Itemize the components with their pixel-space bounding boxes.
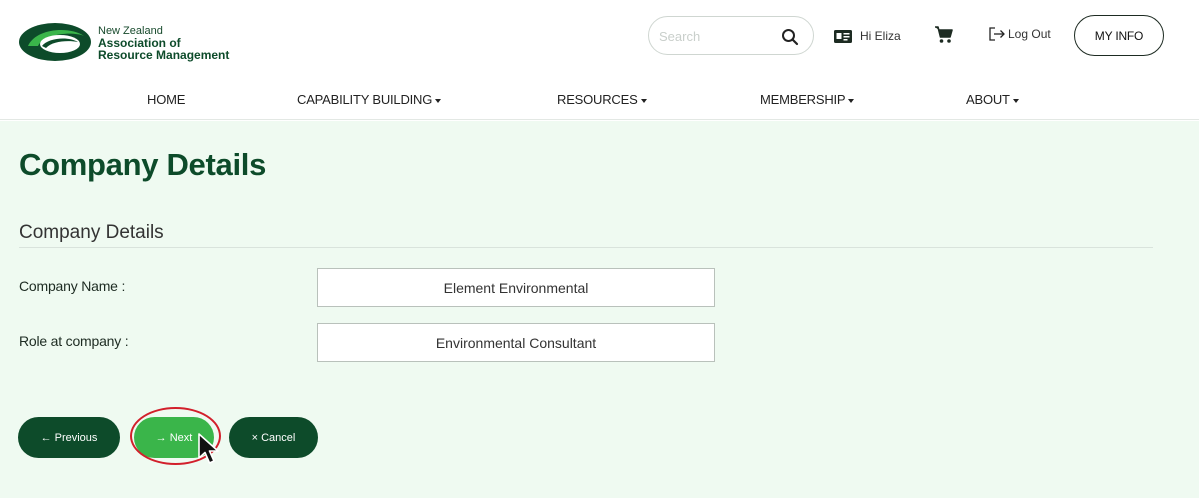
nav-item-resources[interactable]: RESOURCES <box>557 92 647 107</box>
role-label: Role at company : <box>19 333 129 349</box>
nav-item-label: ABOUT <box>966 92 1010 107</box>
nav-item-capability-building[interactable]: CAPABILITY BUILDING <box>297 92 442 107</box>
nav-item-label: RESOURCES <box>557 92 638 107</box>
main-content: Company Details Company Details Company … <box>0 121 1199 498</box>
nav-item-about[interactable]: ABOUT <box>966 92 1019 107</box>
role-field[interactable] <box>317 323 715 362</box>
search-input[interactable] <box>659 26 769 46</box>
nav-item-label: MEMBERSHIP <box>760 92 846 107</box>
account-greeting[interactable]: Hi Eliza <box>834 28 901 44</box>
logo-icon[interactable] <box>18 22 92 62</box>
logout-label: Log Out <box>1008 27 1051 41</box>
cancel-button[interactable]: × Cancel <box>229 417 318 458</box>
chevron-down-icon <box>848 98 855 103</box>
id-card-icon <box>834 29 852 43</box>
org-name-line-3: Resource Management <box>98 48 230 62</box>
greeting-text: Hi Eliza <box>860 29 901 43</box>
site-header: New Zealand Association of Resource Mana… <box>0 0 1199 78</box>
logout-link[interactable]: Log Out <box>988 27 1051 41</box>
page-title: Company Details <box>19 147 267 182</box>
chevron-down-icon <box>640 98 647 103</box>
logout-icon <box>989 27 1005 41</box>
nav-item-label: HOME <box>147 92 186 107</box>
chevron-down-icon <box>435 98 442 103</box>
section-divider <box>19 247 1153 248</box>
organization-name[interactable]: New Zealand Association of Resource Mana… <box>98 26 230 62</box>
my-info-button[interactable]: MY INFO <box>1074 15 1164 56</box>
previous-button[interactable]: ← Previous <box>18 417 120 458</box>
company-name-field[interactable] <box>317 268 715 307</box>
company-name-label: Company Name : <box>19 278 126 294</box>
search-icon[interactable] <box>781 28 799 46</box>
nav-item-label: CAPABILITY BUILDING <box>297 92 433 107</box>
nav-item-membership[interactable]: MEMBERSHIP <box>760 92 855 107</box>
search-box <box>648 16 814 55</box>
next-button[interactable]: → Next <box>134 417 214 458</box>
chevron-down-icon <box>1012 98 1019 103</box>
nav-item-home[interactable]: HOME <box>147 92 185 107</box>
main-navigation: HOME CAPABILITY BUILDING RESOURCES MEMBE… <box>0 78 1199 120</box>
section-title: Company Details <box>19 222 164 243</box>
cart-icon[interactable] <box>934 25 954 45</box>
